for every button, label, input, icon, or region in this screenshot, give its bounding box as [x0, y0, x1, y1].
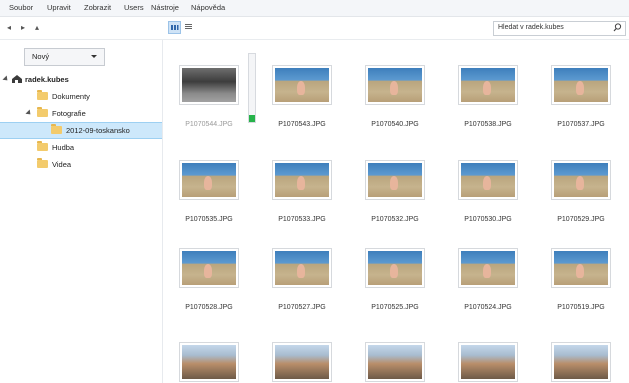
folder-icon [37, 158, 48, 168]
tree-item-label: 2012-09-toskansko [66, 126, 130, 135]
tree-item-dokumenty[interactable]: Dokumenty [0, 89, 162, 104]
file-thumbnail [365, 342, 425, 382]
menu-napoveda[interactable]: Nápověda [191, 3, 225, 12]
grid-view-icon[interactable] [168, 21, 181, 34]
menu-users[interactable]: Users [124, 3, 144, 12]
home-icon [11, 74, 23, 84]
file-thumbnail [458, 160, 518, 200]
file-name: P1070528.JPG [185, 304, 233, 311]
new-button-label: Nový [32, 52, 50, 61]
file-thumbnail [365, 248, 425, 288]
search-input[interactable]: Hledat v radek.kubes [493, 21, 626, 36]
navigation-bar: ◂ ▸ ▴ Hledat v radek.kubes [0, 17, 629, 40]
sidebar: Nový radek.kubes Dokumenty Fotografie 20… [0, 40, 163, 383]
file-name: P1070535.JPG [185, 216, 233, 223]
search-placeholder: Hledat v radek.kubes [498, 24, 564, 31]
back-arrow-icon[interactable]: ◂ [4, 22, 14, 34]
tree-item-videa[interactable]: Videa [0, 157, 162, 172]
file-name: P1070533.JPG [278, 216, 326, 223]
tree-item-2012-09-toskansko[interactable]: 2012-09-toskansko [0, 122, 162, 139]
menu-upravit[interactable]: Upravit [47, 3, 71, 12]
file-name: P1070543.JPG [278, 121, 326, 128]
file-name: P1070530.JPG [464, 216, 512, 223]
file-thumbnail [365, 160, 425, 200]
file-thumbnail [179, 65, 239, 105]
file-name: P1070524.JPG [464, 304, 512, 311]
menu-nastroje[interactable]: Nástroje [151, 3, 179, 12]
tree-item-fotografie[interactable]: Fotografie [0, 106, 162, 121]
file-thumbnail [458, 248, 518, 288]
file-thumbnail [551, 342, 611, 382]
new-button[interactable]: Nový [24, 48, 105, 66]
expand-arrow-icon[interactable] [2, 75, 10, 83]
file-thumbnail [458, 65, 518, 105]
folder-icon [37, 107, 48, 117]
file-grid: P1070544.JPG P1070543.JPG P1070540.JPG P107… [163, 40, 629, 383]
file-thumbnail [179, 160, 239, 200]
file-thumbnail [272, 160, 332, 200]
file-thumbnail [551, 248, 611, 288]
file-name: P1070537.JPG [557, 121, 605, 128]
tree-item-label: Videa [52, 160, 72, 169]
expand-arrow-icon[interactable] [25, 109, 33, 117]
file-thumbnail [272, 342, 332, 382]
tree-item-radek-kubes[interactable]: radek.kubes [0, 72, 162, 87]
file-name: P1070527.JPG [278, 304, 326, 311]
file-thumbnail [551, 160, 611, 200]
list-view-icon[interactable] [183, 21, 194, 32]
file-name: P1070529.JPG [557, 216, 605, 223]
chevron-down-icon [91, 55, 97, 58]
menu-bar: Soubor Upravit Zobrazit Users Nástroje N… [0, 0, 629, 17]
upload-progress-bar [248, 53, 256, 123]
folder-icon [37, 141, 48, 151]
tree-item-label: Fotografie [52, 109, 86, 118]
forward-arrow-icon[interactable]: ▸ [18, 22, 28, 34]
tree-item-label: Hudba [52, 143, 75, 152]
folder-icon [51, 124, 62, 134]
folder-icon [37, 90, 48, 100]
file-name: P1070538.JPG [464, 121, 512, 128]
file-thumbnail [272, 65, 332, 105]
tree-item-label: radek.kubes [25, 75, 69, 84]
file-thumbnail [272, 248, 332, 288]
tree-item-hudba[interactable]: Hudba [0, 140, 162, 155]
file-thumbnail [365, 65, 425, 105]
file-name: P1070540.JPG [371, 121, 419, 128]
file-name: P1070519.JPG [557, 304, 605, 311]
file-name: P1070532.JPG [371, 216, 419, 223]
file-name: P1070544.JPG [185, 121, 233, 128]
menu-soubor[interactable]: Soubor [9, 3, 33, 12]
file-thumbnail [458, 342, 518, 382]
file-thumbnail [551, 65, 611, 105]
file-name: P1070525.JPG [371, 304, 419, 311]
menu-zobrazit[interactable]: Zobrazit [84, 3, 111, 12]
file-thumbnail [179, 248, 239, 288]
file-thumbnail [179, 342, 239, 382]
search-icon[interactable] [613, 22, 622, 33]
tree-item-label: Dokumenty [52, 92, 90, 101]
up-arrow-icon[interactable]: ▴ [32, 22, 42, 34]
